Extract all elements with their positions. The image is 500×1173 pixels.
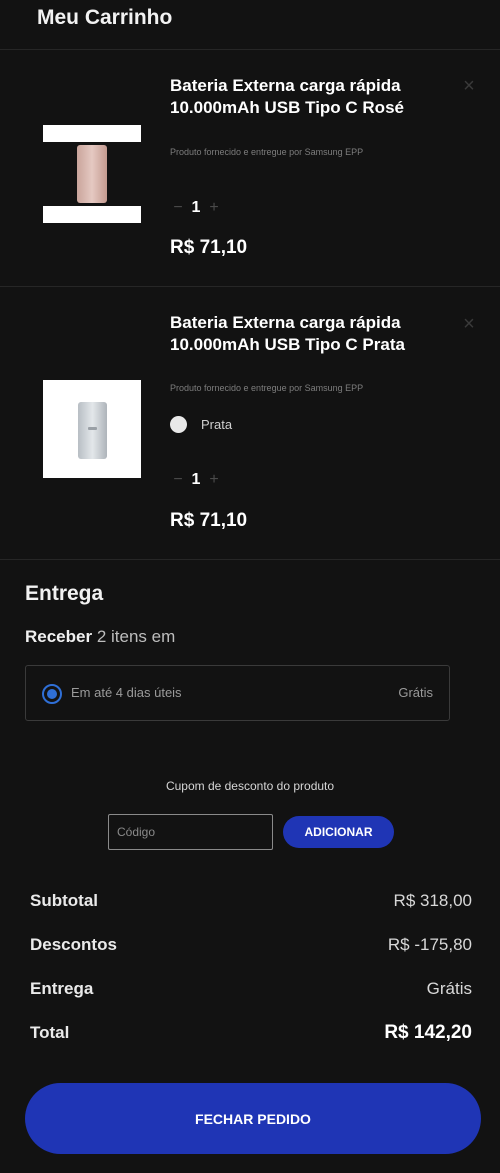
product-name[interactable]: Bateria Externa carga rápida 10.000mAh U… — [170, 312, 430, 356]
checkout-button[interactable]: FECHAR PEDIDO — [25, 1083, 481, 1154]
color-swatch — [170, 416, 187, 433]
quantity-value: 1 — [191, 471, 201, 488]
delivery-subtitle: Receber 2 itens em — [25, 627, 175, 647]
remove-item-close-icon[interactable]: × — [461, 314, 477, 334]
product-seller: Produto fornecido e entregue por Samsung… — [170, 147, 364, 157]
discount-value: R$ -175,80 — [387, 935, 472, 954]
quantity-stepper: − 1 + — [170, 198, 222, 218]
radio-selected-icon[interactable] — [42, 684, 62, 704]
cart-item: Bateria Externa carga rápida 10.000mAh U… — [0, 51, 500, 287]
remove-item-close-icon[interactable]: × — [461, 76, 477, 96]
delivery-option-label: Em até 4 dias úteis — [71, 685, 182, 700]
cart-item: Bateria Externa carga rápida 10.000mAh U… — [0, 288, 500, 560]
delivery-option[interactable]: Em até 4 dias úteis Grátis — [25, 665, 450, 721]
total-value: R$ 142,20 — [384, 1022, 472, 1043]
product-price: R$ 71,10 — [170, 510, 248, 531]
product-name[interactable]: Bateria Externa carga rápida 10.000mAh U… — [170, 75, 430, 119]
quantity-value: 1 — [191, 199, 201, 216]
color-option[interactable]: Prata — [170, 416, 232, 433]
total-label: Total — [30, 1023, 70, 1042]
delivery-option-price: Grátis — [398, 685, 433, 700]
subtotal-value: R$ 318,00 — [393, 891, 472, 910]
add-coupon-button[interactable]: ADICIONAR — [283, 816, 394, 848]
summary-subtotal-row: Subtotal R$ 318,00 — [30, 891, 472, 911]
decrease-quantity-button[interactable]: − — [170, 471, 186, 489]
coupon-label: Cupom de desconto do produto — [165, 779, 335, 793]
color-label: Prata — [201, 417, 233, 432]
product-price: R$ 71,10 — [170, 237, 248, 258]
shipping-label: Entrega — [30, 979, 94, 998]
product-seller: Produto fornecido e entregue por Samsung… — [170, 383, 364, 393]
receive-label: Receber — [25, 627, 93, 646]
items-count-text: 2 itens em — [96, 627, 176, 646]
decrease-quantity-button[interactable]: − — [170, 199, 186, 217]
delivery-title: Entrega — [25, 582, 104, 605]
cart-header: Meu Carrinho — [0, 0, 500, 50]
summary-discount-row: Descontos R$ -175,80 — [30, 935, 472, 955]
subtotal-label: Subtotal — [30, 891, 98, 910]
discount-label: Descontos — [30, 935, 117, 954]
summary-total-row: Total R$ 142,20 — [30, 1022, 472, 1044]
increase-quantity-button[interactable]: + — [206, 471, 222, 489]
increase-quantity-button[interactable]: + — [206, 199, 222, 217]
shipping-value: Grátis — [426, 979, 472, 998]
page-title: Meu Carrinho — [37, 6, 173, 29]
coupon-code-input[interactable] — [108, 814, 273, 850]
power-bank-silver-image[interactable] — [43, 380, 141, 478]
summary-shipping-row: Entrega Grátis — [30, 979, 472, 999]
quantity-stepper: − 1 + — [170, 470, 222, 490]
power-bank-rose-image[interactable] — [43, 125, 141, 223]
